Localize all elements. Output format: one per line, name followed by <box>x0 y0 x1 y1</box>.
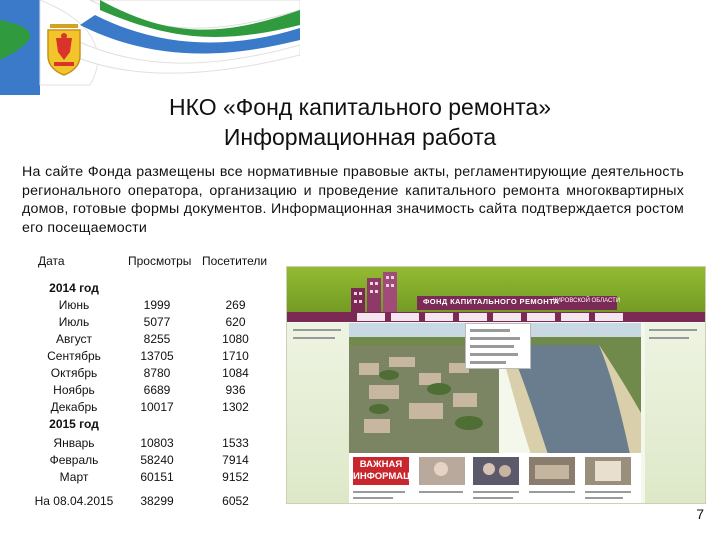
site-nav[interactable] <box>287 312 705 322</box>
row-views: 6689 <box>143 383 171 397</box>
table-row: 2015 год <box>28 417 274 434</box>
row-views: 8255 <box>143 332 171 346</box>
site-region: КИРОВСКОЙ ОБЛАСТИ <box>553 298 621 304</box>
row-views: 10017 <box>140 400 174 414</box>
row-date: 2014 год <box>49 281 99 295</box>
nav-item[interactable] <box>391 313 419 321</box>
table-row: Декабрь 10017 1302 <box>28 400 274 417</box>
row-date: Август <box>55 332 93 346</box>
nav-item[interactable] <box>459 313 487 321</box>
row-views: 10803 <box>140 436 174 450</box>
row-date: 2015 год <box>49 417 99 431</box>
table-row: Март 60151 9152 <box>28 470 274 487</box>
row-date: Март <box>59 470 89 484</box>
row-visitors: 1080 <box>222 332 249 346</box>
row-date: Февраль <box>49 453 99 467</box>
nav-item[interactable] <box>425 313 453 321</box>
news-strip: ВАЖНАЯ ИНФОРМАЦИЯ <box>349 453 641 503</box>
header-views: Просмотры <box>128 254 192 268</box>
table-row: Август 8255 1080 <box>28 332 274 349</box>
nav-item[interactable] <box>357 313 385 321</box>
page-number: 7 <box>696 506 704 522</box>
row-views: 38299 <box>140 494 174 508</box>
table-row: Июнь 1999 269 <box>28 298 274 315</box>
news-thumbnail[interactable] <box>419 457 465 485</box>
table-row: Сентябрь 13705 1710 <box>28 349 274 366</box>
row-date: Октябрь <box>50 366 98 380</box>
description-paragraph: На сайте Фонда размещены все нормативные… <box>22 164 684 236</box>
row-visitors: 1533 <box>222 436 249 450</box>
important-info-banner[interactable]: ВАЖНАЯ ИНФОРМАЦИЯ <box>353 457 424 485</box>
table-row: 2014 год <box>28 281 274 298</box>
table-row: Октябрь 8780 1084 <box>28 366 274 383</box>
row-visitors: 7914 <box>222 453 249 467</box>
title-line-2: Информационная работа <box>223 124 497 150</box>
site-right-column <box>645 323 705 503</box>
news-thumbnail[interactable] <box>529 457 575 485</box>
row-visitors: 1710 <box>222 349 249 363</box>
row-date: Январь <box>53 436 95 450</box>
row-views: 8780 <box>143 366 171 380</box>
row-views: 60151 <box>140 470 174 484</box>
header-visitors: Посетители <box>202 254 268 268</box>
table-row: Январь 10803 1533 <box>28 436 274 453</box>
row-date: Декабрь <box>50 400 98 414</box>
header-date: Дата <box>38 254 65 268</box>
table-row: На 08.04.2015 38299 6052 <box>28 494 274 511</box>
site-brand: ФОНД КАПИТАЛЬНОГО РЕМОНТА <box>423 297 560 306</box>
site-left-column <box>287 323 349 503</box>
news-thumbnail[interactable] <box>585 457 631 485</box>
row-views: 1999 <box>143 298 171 312</box>
page-title: НКО «Фонд капитального ремонта» Информац… <box>100 92 620 152</box>
row-date: На 08.04.2015 <box>34 494 114 508</box>
row-visitors: 6052 <box>222 494 249 508</box>
news-thumbnail[interactable] <box>473 457 519 485</box>
row-visitors: 9152 <box>222 470 249 484</box>
title-line-1: НКО «Фонд капитального ремонта» <box>168 94 552 120</box>
table-row: Февраль 58240 7914 <box>28 453 274 470</box>
row-date: Ноябрь <box>53 383 95 397</box>
row-date: Июнь <box>58 298 90 312</box>
row-views: 5077 <box>143 315 171 329</box>
website-screenshot: ФОНД КАПИТАЛЬНОГО РЕМОНТА КИРОВСКОЙ ОБЛА… <box>286 266 706 504</box>
row-views: 58240 <box>140 453 174 467</box>
coat-of-arms-icon <box>47 24 81 76</box>
row-visitors: 620 <box>225 315 246 329</box>
nav-item[interactable] <box>561 313 589 321</box>
nav-item[interactable] <box>527 313 555 321</box>
table-row: Ноябрь 6689 936 <box>28 383 274 400</box>
nav-dropdown-menu[interactable] <box>465 323 531 369</box>
row-visitors: 1084 <box>222 366 249 380</box>
row-date: Сентябрь <box>47 349 101 363</box>
table-row: Июль 5077 620 <box>28 315 274 332</box>
nav-item[interactable] <box>595 313 623 321</box>
nav-item[interactable] <box>493 313 521 321</box>
row-views: 13705 <box>140 349 174 363</box>
row-visitors: 936 <box>225 383 246 397</box>
row-visitors: 1302 <box>222 400 249 414</box>
row-visitors: 269 <box>225 298 246 312</box>
row-date: Июль <box>58 315 90 329</box>
building-logo-icon <box>351 272 397 318</box>
